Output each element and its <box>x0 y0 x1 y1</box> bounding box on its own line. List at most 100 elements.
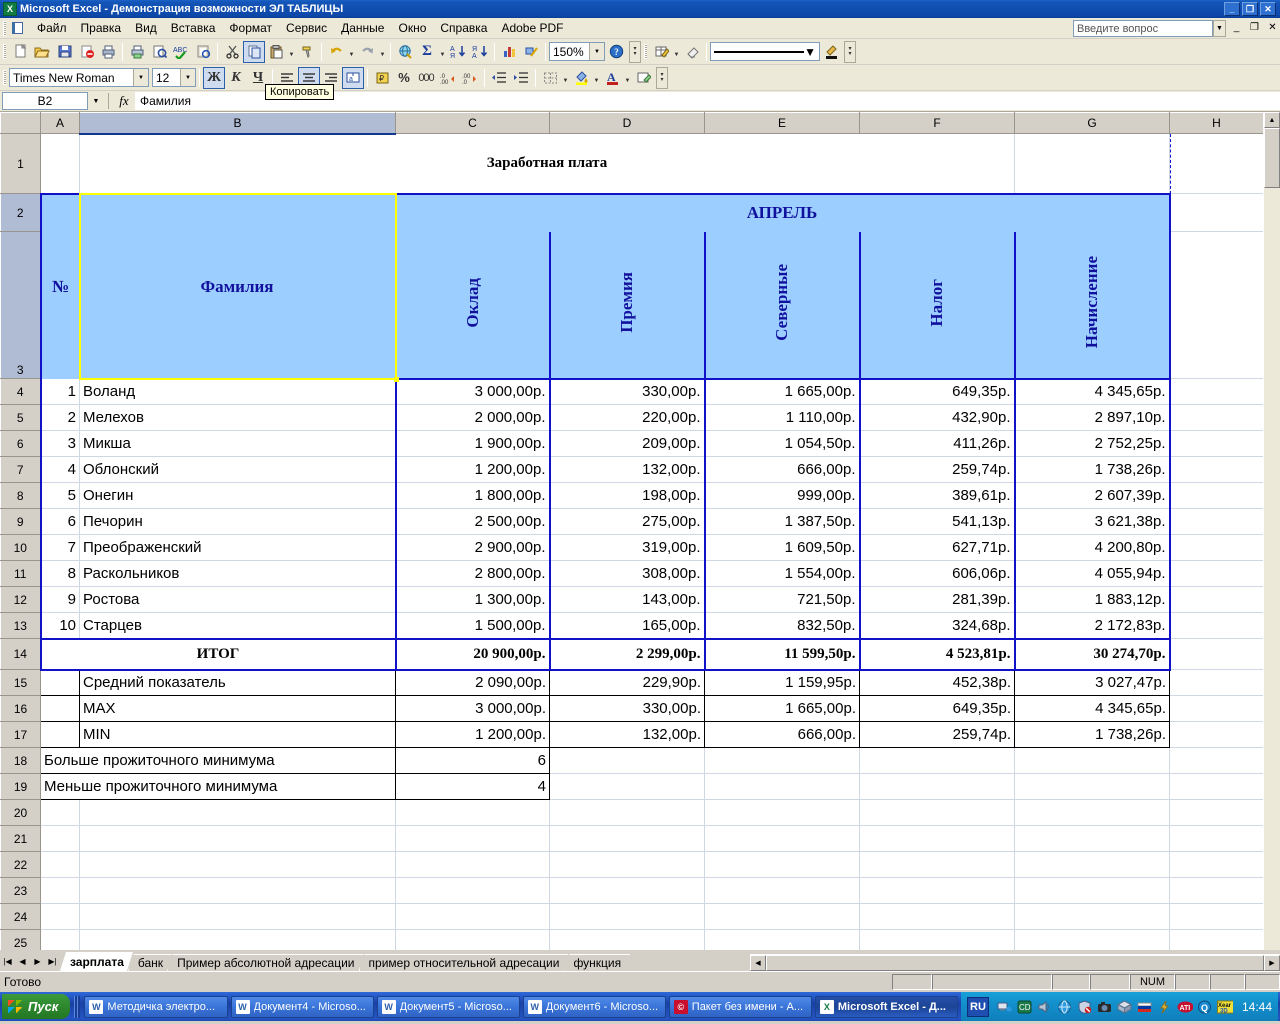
eraser-icon[interactable] <box>681 41 703 63</box>
cell-empty[interactable] <box>79 825 396 852</box>
cell-no[interactable]: 9 <box>39 586 80 613</box>
sheet-tab-absolute-addressing[interactable]: Пример абсолютной адресации <box>167 954 363 971</box>
taskbar-grip[interactable] <box>74 995 81 1018</box>
format-painter-icon[interactable] <box>296 41 318 63</box>
cell-empty[interactable] <box>1169 799 1264 826</box>
cell-severnye[interactable]: 721,50р. <box>703 586 860 613</box>
cell-nachislenie[interactable]: 2 172,83р. <box>1013 612 1171 639</box>
row-header-24[interactable]: 24 <box>0 903 41 930</box>
cell-h[interactable] <box>1169 669 1264 696</box>
line-style-combo[interactable]: ▼ <box>710 42 820 61</box>
taskbar-button[interactable]: W Документ5 - Microso... <box>376 995 520 1018</box>
cell-empty[interactable] <box>549 799 705 826</box>
name-box-chevron-icon[interactable]: ▼ <box>88 92 104 110</box>
cell-severnye[interactable]: 1 387,50р. <box>703 508 860 535</box>
help-icon[interactable]: ? <box>605 41 627 63</box>
cell-stat-severnye[interactable]: 1 159,95р. <box>704 669 860 696</box>
cell-name[interactable]: Преображенский <box>79 534 396 561</box>
cell-empty[interactable] <box>395 877 550 904</box>
cell-empty[interactable] <box>1169 825 1264 852</box>
border-color-icon[interactable] <box>820 41 842 63</box>
cut-icon[interactable] <box>221 41 243 63</box>
cell-severnye[interactable]: 666,00р. <box>703 456 860 483</box>
cell-a1[interactable] <box>40 133 80 194</box>
zoom-combo[interactable]: 150% ▼ <box>549 42 605 61</box>
clock[interactable]: 14:44 <box>1242 1000 1272 1014</box>
cell-premiya[interactable]: 330,00р. <box>548 378 705 405</box>
cell-empty[interactable] <box>395 851 550 878</box>
cell-oklad[interactable]: 2 500,00р. <box>394 508 550 535</box>
cell-h[interactable] <box>1169 695 1264 722</box>
formatting-toolbar-overflow-button[interactable]: ▾ ▾ <box>656 66 668 89</box>
horizontal-scrollbar[interactable]: ◀ ▶ <box>750 954 1280 971</box>
cell-h[interactable] <box>1169 404 1264 431</box>
permission-icon[interactable] <box>75 41 97 63</box>
cell-no[interactable]: 8 <box>39 560 80 587</box>
cell-d[interactable] <box>549 773 705 800</box>
cell-nachislenie[interactable]: 1 738,26р. <box>1013 456 1171 483</box>
menu-grip[interactable] <box>3 20 6 36</box>
autosum-chevron-icon[interactable]: ▼ <box>438 41 447 63</box>
redo-icon[interactable] <box>356 41 378 63</box>
cell-nalog[interactable]: 606,06р. <box>858 560 1015 587</box>
row-header-3[interactable]: 3 <box>0 231 41 379</box>
cell-empty[interactable] <box>40 851 80 878</box>
row-header-15[interactable]: 15 <box>0 669 41 696</box>
cell-total-severnye[interactable]: 11 599,50р. <box>703 637 860 671</box>
cell-premiya[interactable]: 132,00р. <box>548 456 705 483</box>
cell-severnye[interactable]: 1 554,00р. <box>703 560 860 587</box>
cell-total-premiya[interactable]: 2 299,00р. <box>548 637 705 671</box>
column-header-a[interactable]: A <box>40 112 80 134</box>
undo-chevron-icon[interactable]: ▼ <box>347 41 356 63</box>
cell-empty[interactable] <box>79 851 396 878</box>
cell-empty[interactable] <box>704 851 860 878</box>
cell-empty[interactable] <box>79 877 396 904</box>
row-header-10[interactable]: 10 <box>0 534 41 561</box>
chart-icon[interactable] <box>498 41 520 63</box>
horizontal-scroll-thumb[interactable] <box>766 955 1264 971</box>
drawing-icon[interactable] <box>520 41 542 63</box>
cell-stat-label[interactable]: Средний показатель <box>79 669 396 696</box>
cell-oklad[interactable]: 1 500,00р. <box>394 612 550 639</box>
cell-severnye[interactable]: 1 054,50р. <box>703 430 860 457</box>
row-header-11[interactable]: 11 <box>0 560 41 587</box>
cell-empty[interactable] <box>1014 825 1170 852</box>
row-header-16[interactable]: 16 <box>0 695 41 722</box>
autosum-icon[interactable]: Σ <box>416 41 438 63</box>
cell-stat-label[interactable]: MAX <box>79 695 396 722</box>
cell-header-premiya[interactable]: Премия <box>548 231 705 380</box>
lightning-icon[interactable] <box>1157 999 1173 1015</box>
cell-count-value[interactable]: 4 <box>395 773 550 800</box>
row-header-13[interactable]: 13 <box>0 612 41 639</box>
row-header-19[interactable]: 19 <box>0 773 41 800</box>
cell-no[interactable]: 1 <box>39 378 80 405</box>
cell-stat-pad[interactable] <box>40 721 80 748</box>
cell-nachislenie[interactable]: 1 883,12р. <box>1013 586 1171 613</box>
cell-h[interactable] <box>1169 586 1264 613</box>
cell-empty[interactable] <box>549 851 705 878</box>
cell-nalog[interactable]: 627,71р. <box>858 534 1015 561</box>
menu-item-adobe-pdf[interactable]: Adobe PDF <box>494 19 570 37</box>
extra-toolbar-grip[interactable] <box>644 44 647 59</box>
cell-stat-label[interactable]: MIN <box>79 721 396 748</box>
cell-nalog[interactable]: 389,61р. <box>858 482 1015 509</box>
cell-stat-severnye[interactable]: 666,00р. <box>704 721 860 748</box>
taskbar-button[interactable]: W Методичка электро... <box>84 995 228 1018</box>
open-icon[interactable] <box>31 41 53 63</box>
spelling-icon[interactable]: ABC <box>170 41 192 63</box>
cell-empty[interactable] <box>859 929 1015 950</box>
print2-icon[interactable] <box>126 41 148 63</box>
cd-icon[interactable]: CD <box>1017 999 1033 1015</box>
cell-nachislenie[interactable]: 3 621,38р. <box>1013 508 1171 535</box>
row-header-6[interactable]: 6 <box>0 430 41 457</box>
close-button[interactable]: ✕ <box>1260 2 1276 16</box>
cell-empty[interactable] <box>40 929 80 950</box>
cell-h1[interactable] <box>1169 133 1264 194</box>
cell-nalog[interactable]: 324,68р. <box>858 612 1015 639</box>
flag-icon[interactable] <box>1137 999 1153 1015</box>
menu-item-help[interactable]: Справка <box>433 19 494 37</box>
cell-severnye[interactable]: 1 665,00р. <box>703 378 860 405</box>
cell-stat-severnye[interactable]: 1 665,00р. <box>704 695 860 722</box>
name-box[interactable]: B2 <box>2 92 88 110</box>
cell-premiya[interactable]: 198,00р. <box>548 482 705 509</box>
